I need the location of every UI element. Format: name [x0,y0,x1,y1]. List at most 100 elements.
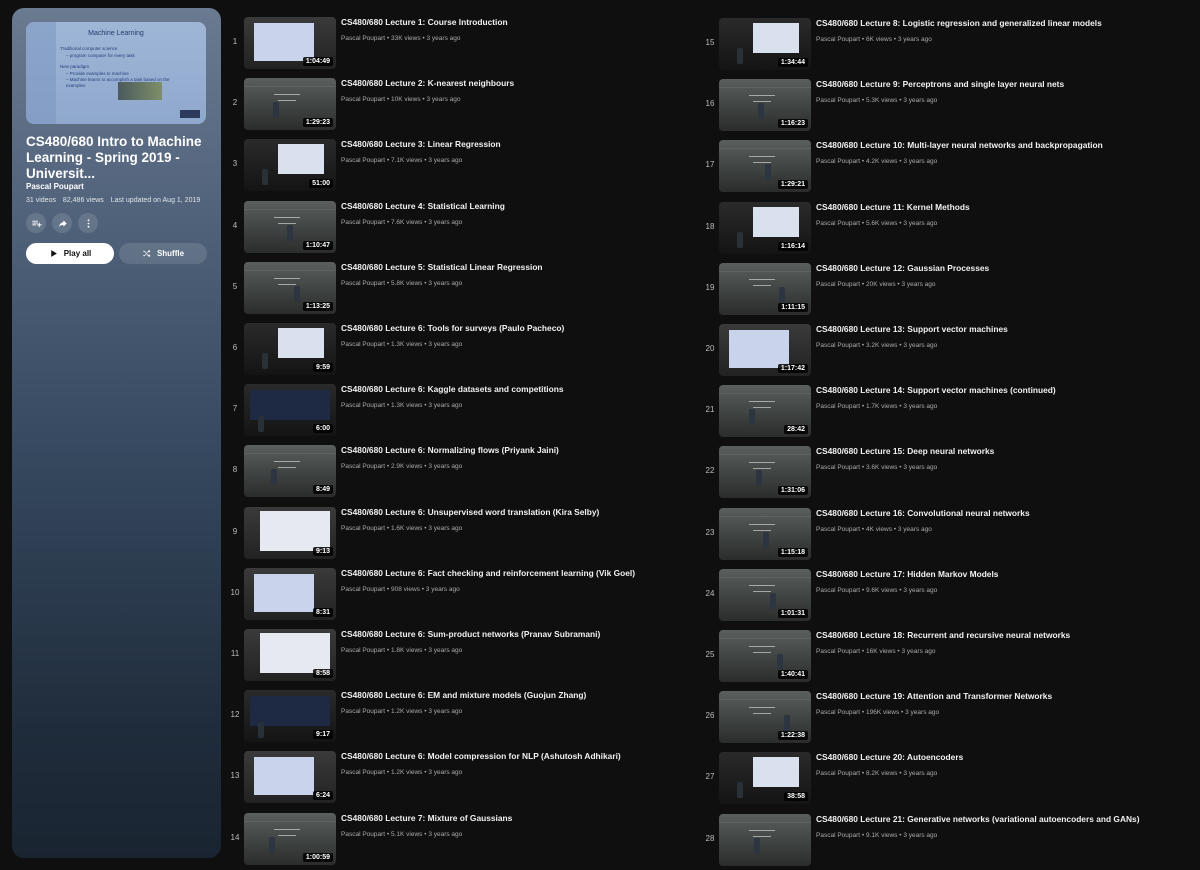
video-thumbnail[interactable]: 9:59 [244,323,336,375]
video-channel[interactable]: Pascal Poupart [816,281,860,288]
video-title[interactable]: CS480/680 Lecture 7: Mixture of Gaussian… [341,813,701,823]
video-channel[interactable]: Pascal Poupart [816,97,860,104]
playlist-video-item[interactable]: 22 1:31:06 CS480/680 Lecture 15: Deep neur… [703,446,1183,499]
video-title[interactable]: CS480/680 Lecture 6: Kaggle datasets and… [341,384,701,394]
video-channel[interactable]: Pascal Poupart [341,157,385,164]
video-channel[interactable]: Pascal Poupart [341,769,385,776]
playlist-video-item[interactable]: 24 1:01:31 CS480/680 Lecture 17: Hidden Ma… [703,568,1183,621]
video-title[interactable]: CS480/680 Lecture 17: Hidden Markov Mode… [816,569,1176,579]
video-title[interactable]: CS480/680 Lecture 16: Convolutional neur… [816,508,1176,518]
playlist-video-item[interactable]: 12 9:17 CS480/680 Lecture 6: EM and mixtur… [228,690,688,743]
video-thumbnail[interactable]: 8:49 [244,445,336,498]
video-channel[interactable]: Pascal Poupart [341,280,385,287]
video-thumbnail[interactable]: 1:22:38 [719,691,811,744]
video-thumbnail[interactable]: 6:00 [244,384,336,437]
video-channel[interactable]: Pascal Poupart [341,463,385,470]
playlist-video-item[interactable]: 9 9:13 CS480/680 Lecture 6: Unsupervised w… [228,506,688,559]
video-title[interactable]: CS480/680 Lecture 12: Gaussian Processes [816,263,1176,273]
video-thumbnail[interactable]: 1:13:25 [244,261,336,314]
video-channel[interactable]: Pascal Poupart [341,586,385,593]
video-thumbnail[interactable]: 1:04:49 [244,17,336,69]
video-thumbnail[interactable]: 1:17:42 [719,324,811,376]
playlist-video-item[interactable]: 20 1:17:42 CS480/680 Lecture 13: Support v… [703,324,1183,376]
video-thumbnail[interactable]: 6:24 [244,751,336,804]
playlist-owner[interactable]: Pascal Poupart [26,182,84,191]
video-thumbnail[interactable]: 1:34:44 [719,18,811,70]
video-thumbnail[interactable]: 1:40:41 [719,630,811,682]
video-channel[interactable]: Pascal Poupart [341,525,385,532]
playlist-cover-thumbnail[interactable]: Machine Learning Traditional computer sc… [26,22,206,124]
video-channel[interactable]: Pascal Poupart [816,526,860,533]
video-thumbnail[interactable]: 51:00 [244,139,336,192]
video-channel[interactable]: Pascal Poupart [341,402,385,409]
video-channel[interactable]: Pascal Poupart [341,219,385,226]
video-thumbnail[interactable]: 1:01:31 [719,568,811,621]
playlist-video-item[interactable]: 27 38:58 CS480/680 Lecture 20: Autoencoder… [703,752,1183,805]
video-channel[interactable]: Pascal Poupart [816,587,860,594]
video-title[interactable]: CS480/680 Lecture 5: Statistical Linear … [341,262,701,272]
video-title[interactable]: CS480/680 Lecture 6: Unsupervised word t… [341,507,701,517]
video-channel[interactable]: Pascal Poupart [816,220,860,227]
video-title[interactable]: CS480/680 Lecture 13: Support vector mac… [816,324,1176,334]
playlist-video-item[interactable]: 8 8:49 CS480/680 Lecture 6: Normalizing fl… [228,445,688,498]
video-channel[interactable]: Pascal Poupart [816,832,860,839]
video-channel[interactable]: Pascal Poupart [816,464,860,471]
video-thumbnail[interactable]: 1:29:23 [244,78,336,131]
video-channel[interactable]: Pascal Poupart [816,709,860,716]
video-title[interactable]: CS480/680 Lecture 20: Autoencoders [816,752,1176,762]
video-title[interactable]: CS480/680 Lecture 3: Linear Regression [341,139,701,149]
playlist-video-item[interactable]: 1 1:04:49 CS480/680 Lecture 1: Course Intr… [228,17,688,69]
video-thumbnail[interactable]: 1:16:23 [719,79,811,132]
video-thumbnail[interactable]: 1:29:21 [719,140,811,193]
playlist-video-item[interactable]: 6 9:59 CS480/680 Lecture 6: Tools for surv… [228,323,688,375]
video-thumbnail[interactable]: 9:17 [244,690,336,743]
video-channel[interactable]: Pascal Poupart [341,96,385,103]
video-thumbnail[interactable]: 1:16:14 [719,201,811,254]
playlist-video-item[interactable]: 26 1:22:38 CS480/680 Lecture 19: Attention… [703,691,1183,744]
video-title[interactable]: CS480/680 Lecture 11: Kernel Methods [816,202,1176,212]
video-title[interactable]: CS480/680 Lecture 9: Perceptrons and sin… [816,79,1176,89]
video-thumbnail[interactable]: 8:31 [244,567,336,620]
video-title[interactable]: CS480/680 Lecture 6: Model compression f… [341,751,701,761]
playlist-video-item[interactable]: 15 1:34:44 CS480/680 Lecture 8: Logistic r… [703,18,1183,70]
video-title[interactable]: CS480/680 Lecture 10: Multi-layer neural… [816,140,1176,150]
more-actions-button[interactable] [78,213,98,233]
play-all-button[interactable]: Play all [26,243,114,264]
video-channel[interactable]: Pascal Poupart [816,158,860,165]
playlist-video-item[interactable]: 2 1:29:23 CS480/680 Lecture 2: K-nearest n… [228,78,688,131]
video-thumbnail[interactable]: 38:58 [719,752,811,805]
video-title[interactable]: CS480/680 Lecture 8: Logistic regression… [816,18,1176,28]
video-channel[interactable]: Pascal Poupart [341,341,385,348]
playlist-video-item[interactable]: 14 1:00:59 CS480/680 Lecture 7: Mixture of… [228,812,688,865]
save-playlist-button[interactable] [26,213,46,233]
video-channel[interactable]: Pascal Poupart [816,770,860,777]
video-channel[interactable]: Pascal Poupart [341,708,385,715]
video-title[interactable]: CS480/680 Lecture 6: EM and mixture mode… [341,690,701,700]
video-channel[interactable]: Pascal Poupart [816,648,860,655]
playlist-video-item[interactable]: 3 51:00 CS480/680 Lecture 3: Linear Regres… [228,139,688,192]
playlist-video-item[interactable]: 19 1:11:15 CS480/680 Lecture 12: Gaussian … [703,262,1183,315]
video-thumbnail[interactable]: 28:42 [719,385,811,438]
video-channel[interactable]: Pascal Poupart [341,831,385,838]
video-title[interactable]: CS480/680 Lecture 6: Fact checking and r… [341,568,701,578]
video-thumbnail[interactable]: 9:13 [244,506,336,559]
playlist-video-item[interactable]: 25 1:40:41 CS480/680 Lecture 18: Recurrent… [703,630,1183,682]
video-thumbnail[interactable]: 1:00:59 [244,812,336,865]
video-channel[interactable]: Pascal Poupart [341,35,385,42]
video-channel[interactable]: Pascal Poupart [341,647,385,654]
playlist-video-item[interactable]: 5 1:13:25 CS480/680 Lecture 5: Statistical… [228,261,688,314]
video-thumbnail[interactable]: 1:11:15 [719,262,811,315]
video-title[interactable]: CS480/680 Lecture 2: K-nearest neighbour… [341,78,701,88]
playlist-video-item[interactable]: 23 1:15:18 CS480/680 Lecture 16: Convoluti… [703,507,1183,560]
shuffle-button[interactable]: Shuffle [119,243,207,264]
video-channel[interactable]: Pascal Poupart [816,36,860,43]
video-title[interactable]: CS480/680 Lecture 4: Statistical Learnin… [341,201,701,211]
video-thumbnail[interactable]: 8:58 [244,629,336,681]
playlist-video-item[interactable]: 4 1:10:47 CS480/680 Lecture 4: Statistical… [228,200,688,253]
video-thumbnail[interactable]: 1:31:06 [719,446,811,499]
playlist-video-item[interactable]: 13 6:24 CS480/680 Lecture 6: Model compres… [228,751,688,804]
video-title[interactable]: CS480/680 Lecture 6: Normalizing flows (… [341,445,701,455]
video-channel[interactable]: Pascal Poupart [816,403,860,410]
playlist-video-item[interactable]: 16 1:16:23 CS480/680 Lecture 9: Perceptron… [703,79,1183,132]
video-thumbnail[interactable]: 1:10:47 [244,200,336,253]
